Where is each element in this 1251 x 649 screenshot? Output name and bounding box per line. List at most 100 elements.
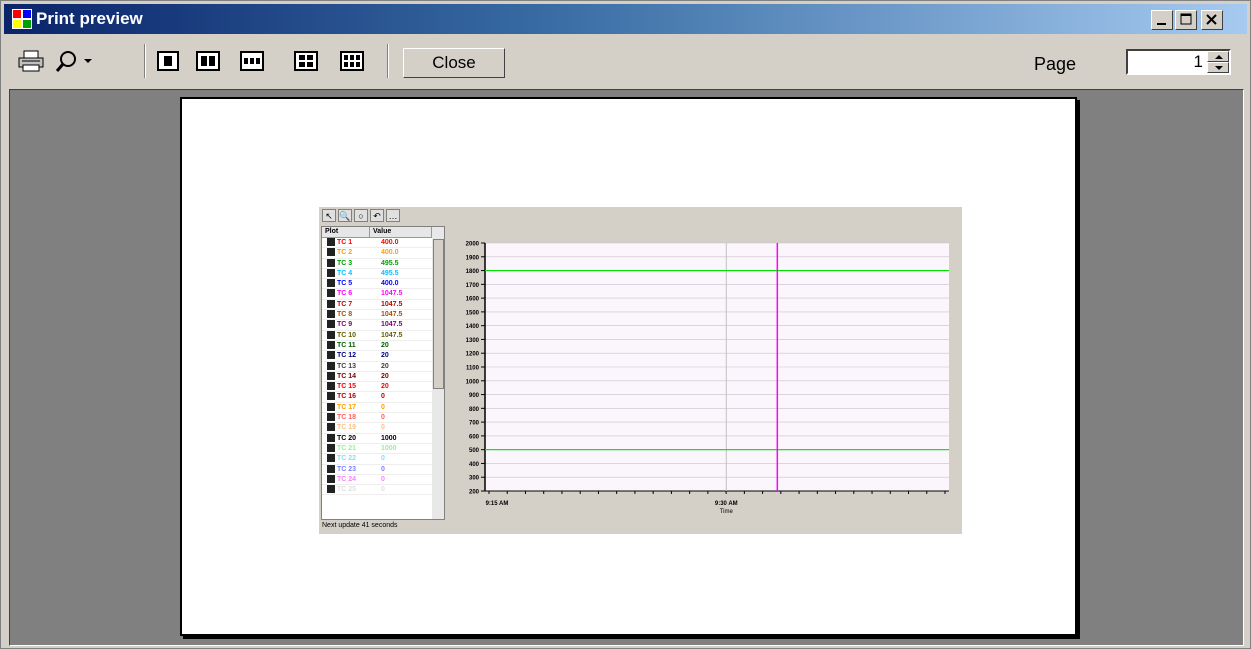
table-row: TC 8 1047.5: [322, 310, 444, 321]
three-pages-button[interactable]: [237, 46, 267, 76]
four-pages-icon: [294, 51, 318, 71]
channel-value: 400.0: [381, 239, 399, 246]
page-up-button[interactable]: [1207, 51, 1229, 62]
checkbox-icon: [327, 330, 335, 339]
channel-value: 1000: [381, 434, 397, 442]
zoom-icon: [55, 51, 76, 72]
channel-name: TC 22: [337, 455, 357, 463]
scroll-thumb: [433, 239, 444, 389]
page-number-spinner[interactable]: 1: [1126, 49, 1231, 75]
trend-chart: 2000 1900 1800 1700 1600 1500 1400 1300 1200 1100…: [447, 223, 959, 519]
six-pages-button[interactable]: [337, 46, 367, 76]
close-button[interactable]: Close: [403, 48, 505, 78]
two-pages-button[interactable]: [193, 46, 223, 76]
table-row: TC 20 1000: [322, 433, 444, 444]
channel-name: TC 16: [337, 393, 357, 401]
channel-name: TC 9: [337, 321, 353, 329]
table-scrollbar: [432, 227, 444, 519]
four-pages-button[interactable]: [291, 46, 321, 76]
two-pages-icon: [196, 51, 220, 71]
checkbox-icon: [327, 433, 335, 442]
x-tick-label: 9:15 AM: [486, 501, 509, 507]
print-preview-app-icon: [12, 9, 32, 29]
table-row: TC 15 20: [322, 382, 444, 393]
channel-name: TC 6: [337, 290, 353, 298]
channel-name: TC 15: [337, 383, 357, 391]
y-tick-label: 1900: [466, 255, 480, 261]
channel-value: 20: [381, 362, 389, 370]
close-window-button[interactable]: [1201, 10, 1223, 30]
page-label: Page: [1034, 54, 1077, 74]
table-row: TC 2 400.0: [322, 248, 444, 259]
table-row: TC 10 1047.5: [322, 330, 444, 341]
table-row: TC 7 1047.5: [322, 299, 444, 311]
channel-name: TC 14: [337, 372, 357, 380]
table-row: TC 16 0: [322, 392, 444, 403]
channel-value: 20: [381, 341, 389, 349]
channel-value: 20: [381, 383, 389, 391]
y-tick-label: 200: [469, 490, 480, 496]
table-body: TC 1 400.0 TC 2 400.0 TC 3 495.5 TC 4 495.5 TC 5…: [322, 238, 444, 496]
y-tick-label: 1100: [466, 366, 480, 372]
table-row: TC 12 20: [322, 351, 444, 362]
table-row: TC 22 0: [322, 454, 444, 465]
channel-name: TC 5: [337, 280, 353, 288]
channel-value: 400.0: [381, 280, 399, 288]
y-tick-label: 1300: [466, 338, 480, 344]
zoom-button[interactable]: [52, 46, 82, 76]
close-icon: [1206, 14, 1217, 25]
minimize-button[interactable]: [1151, 10, 1173, 30]
table-header: Plot Value: [322, 227, 444, 238]
channel-value: 20: [381, 352, 389, 360]
table-row: TC 19 0: [322, 423, 444, 434]
channel-name: TC 12: [337, 352, 357, 360]
checkbox-icon: [327, 474, 335, 483]
one-page-icon: [157, 51, 179, 71]
zoom-dropdown-button[interactable]: [79, 46, 97, 76]
table-row: TC 24 0: [322, 474, 444, 486]
channel-value: 495.5: [381, 269, 399, 277]
y-tick-label: 600: [469, 434, 480, 440]
channel-value: 1047.5: [381, 321, 403, 329]
channel-value: 20: [381, 372, 389, 380]
channel-name: TC 21: [337, 444, 357, 452]
checkbox-icon: [327, 361, 335, 370]
channel-value: 0: [381, 455, 385, 463]
printed-screenshot: ↖ 🔍 ○ ↶… Plot Value TC 1 400.0 TC 2 400.0 TC 3 4…: [319, 207, 962, 534]
checkbox-icon: [327, 299, 335, 308]
checkbox-icon: [327, 268, 335, 277]
y-tick-label: 1400: [466, 324, 480, 330]
checkbox-icon: [327, 443, 335, 452]
checkbox-icon: [327, 371, 335, 380]
page-down-button[interactable]: [1207, 62, 1229, 73]
toolbar-separator: [387, 44, 389, 78]
minimize-icon: [1157, 23, 1166, 25]
channel-value: 1047.5: [381, 331, 403, 339]
y-tick-label: 400: [469, 462, 480, 468]
header-plot: Plot: [322, 227, 370, 237]
channel-name: TC 17: [337, 403, 357, 411]
table-row: TC 21 1000: [322, 443, 444, 455]
channel-name: TC 24: [337, 475, 357, 483]
channel-value: 1047.5: [381, 300, 403, 308]
channel-value: 1047.5: [381, 311, 403, 319]
chevron-down-icon: [84, 59, 92, 63]
table-row: TC 6 1047.5: [322, 289, 444, 300]
one-page-button[interactable]: [153, 46, 183, 76]
maximize-icon: [1180, 13, 1192, 25]
table-row: TC 11 20: [322, 340, 444, 352]
channel-value: 0: [381, 465, 385, 473]
checkbox-icon: [327, 464, 335, 473]
channel-value: 0: [381, 475, 385, 483]
channel-value: 1047.5: [381, 290, 403, 298]
y-tick-label: 900: [469, 393, 480, 399]
print-button[interactable]: [16, 46, 46, 76]
maximize-button[interactable]: [1175, 10, 1197, 30]
printer-icon: [18, 50, 44, 72]
y-tick-label: 300: [469, 476, 480, 482]
channel-table: Plot Value TC 1 400.0 TC 2 400.0 TC 3 495.5 TC…: [321, 226, 445, 520]
checkbox-icon: [327, 454, 335, 463]
channel-name: TC 4: [337, 269, 353, 277]
checkbox-icon: [327, 310, 335, 319]
channel-value: 0: [381, 414, 385, 422]
